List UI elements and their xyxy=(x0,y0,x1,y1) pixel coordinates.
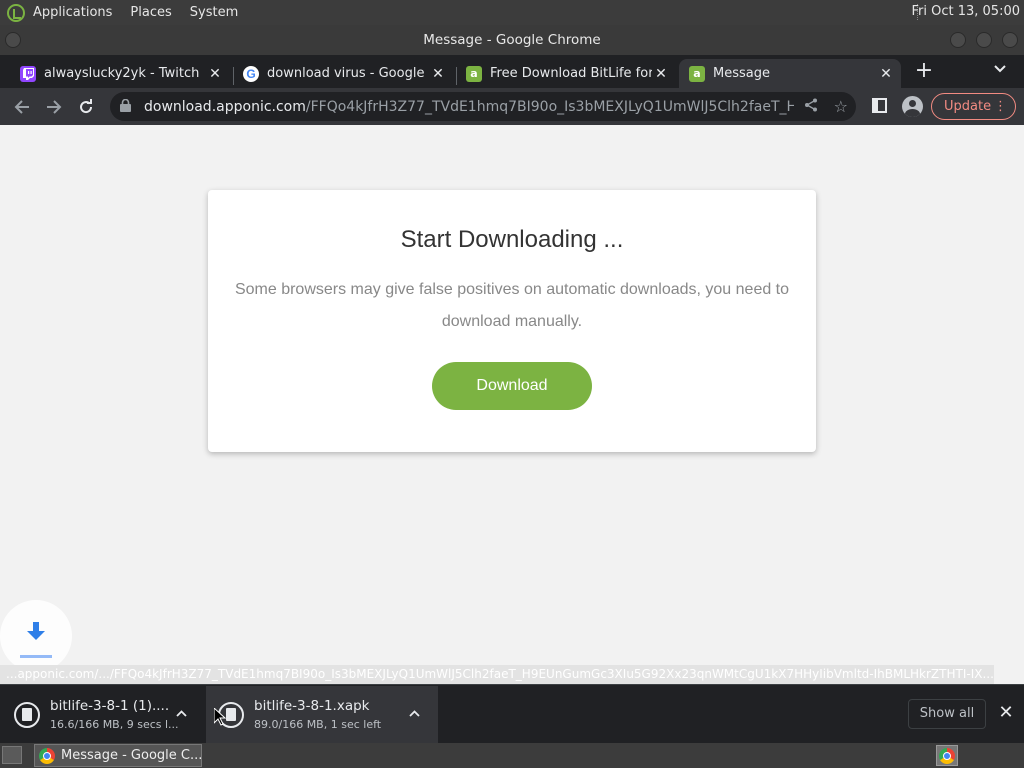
lock-icon[interactable] xyxy=(120,98,134,115)
google-icon: G xyxy=(243,65,259,82)
chevron-up-icon[interactable] xyxy=(409,706,420,721)
page-content: Start Downloading ... Some browsers may … xyxy=(0,125,1024,684)
tab-title: Free Download BitLife for A xyxy=(490,66,652,81)
update-label: Update xyxy=(944,99,992,114)
desktop-top-panel: Applications Places System Fri Oct 13, 0… xyxy=(0,0,1024,25)
back-icon[interactable] xyxy=(9,94,35,120)
tab-bitlife-download[interactable]: a Free Download BitLife for A ✕ xyxy=(456,59,676,88)
twitch-icon xyxy=(20,65,36,82)
maximize-button[interactable] xyxy=(976,32,992,48)
window-menu-button[interactable] xyxy=(5,32,21,48)
close-tab-icon[interactable]: ✕ xyxy=(877,66,895,82)
minimize-button[interactable] xyxy=(950,32,966,48)
close-tab-icon[interactable]: ✕ xyxy=(429,66,447,82)
tab-title: download virus - Google Se xyxy=(267,66,429,81)
download-filename: bitlife-3-8-1.xapk xyxy=(254,698,370,714)
download-item[interactable]: bitlife-3-8-1 (1).... 16.6/166 MB, 9 sec… xyxy=(0,686,205,743)
mouse-cursor-icon xyxy=(214,708,226,726)
download-indicator-bar xyxy=(20,655,52,658)
url-host: download.apponic.com xyxy=(144,98,306,115)
download-button[interactable]: Download xyxy=(432,362,592,410)
close-shelf-icon[interactable]: ✕ xyxy=(996,699,1016,727)
download-shelf: bitlife-3-8-1 (1).... 16.6/166 MB, 9 sec… xyxy=(0,684,1024,743)
tab-message[interactable]: a Message ✕ xyxy=(679,59,901,88)
desktop-taskbar: Message - Google C... xyxy=(0,743,1024,768)
download-status: 89.0/166 MB, 1 sec left xyxy=(254,718,382,731)
tab-twitch[interactable]: alwayslucky2yk - Twitch ✕ xyxy=(10,59,230,88)
side-panel-icon[interactable] xyxy=(872,98,887,113)
tray-chrome-icon[interactable] xyxy=(936,745,958,766)
profile-avatar-icon[interactable] xyxy=(902,96,923,117)
new-tab-icon[interactable]: + xyxy=(912,60,936,84)
chevron-up-icon[interactable] xyxy=(176,706,187,721)
menu-places[interactable]: Places xyxy=(130,5,171,20)
reload-icon[interactable] xyxy=(73,94,99,120)
download-status: 16.6/166 MB, 9 secs l... xyxy=(50,718,179,731)
tab-google-search[interactable]: G download virus - Google Se ✕ xyxy=(233,59,453,88)
download-filename: bitlife-3-8-1 (1).... xyxy=(50,698,170,714)
address-bar[interactable]: download.apponic.com/FFQo4kJfrH3Z77_TVdE… xyxy=(110,92,856,121)
mint-menu-icon[interactable] xyxy=(7,3,25,22)
taskbar-window-label: Message - Google C... xyxy=(61,748,202,763)
url-text: download.apponic.com/FFQo4kJfrH3Z77_TVdE… xyxy=(144,99,794,115)
browser-toolbar: download.apponic.com/FFQo4kJfrH3Z77_TVdE… xyxy=(0,88,1024,125)
taskbar-window-chrome[interactable]: Message - Google C... xyxy=(34,744,202,767)
tab-strip: alwayslucky2yk - Twitch ✕ G download vir… xyxy=(0,55,1024,88)
window-titlebar[interactable]: Message - Google Chrome xyxy=(0,25,1024,55)
tab-search-chevron-icon[interactable] xyxy=(990,62,1010,82)
download-item[interactable]: bitlife-3-8-1.xapk 89.0/166 MB, 1 sec le… xyxy=(206,686,438,743)
window-title: Message - Google Chrome xyxy=(423,32,601,48)
url-path: /FFQo4kJfrH3Z77_TVdE1hmq7BI90o_Is3bMEXJL… xyxy=(305,98,794,115)
show-desktop-icon[interactable] xyxy=(2,746,22,764)
status-bubble-url: ...apponic.com/.../FFQo4kJfrH3Z77_TVdE1h… xyxy=(0,665,994,684)
file-icon xyxy=(14,701,40,728)
download-arrow-icon xyxy=(27,622,45,640)
apponic-icon: a xyxy=(689,65,705,82)
download-progress-indicator[interactable] xyxy=(0,600,72,672)
bookmark-star-icon[interactable]: ☆ xyxy=(834,97,848,116)
more-menu-icon[interactable]: ⋮ xyxy=(994,94,1007,119)
close-tab-icon[interactable]: ✕ xyxy=(206,66,224,82)
menu-system[interactable]: System xyxy=(190,5,238,20)
tab-title: Message xyxy=(713,66,770,81)
page-message: Some browsers may give false positives o… xyxy=(234,281,790,330)
chrome-icon xyxy=(939,747,955,764)
chrome-icon xyxy=(39,747,55,764)
forward-icon[interactable] xyxy=(41,94,67,120)
tab-title: alwayslucky2yk - Twitch xyxy=(44,66,200,81)
menu-applications[interactable]: Applications xyxy=(33,5,112,20)
clock[interactable]: Fri Oct 13, 05:00 xyxy=(911,4,1020,19)
share-icon[interactable] xyxy=(804,98,818,116)
download-card: Start Downloading ... Some browsers may … xyxy=(208,190,816,452)
update-button[interactable]: Update ⋮ xyxy=(931,93,1016,120)
show-all-downloads-button[interactable]: Show all xyxy=(908,699,986,729)
page-heading: Start Downloading ... xyxy=(400,226,624,253)
close-tab-icon[interactable]: ✕ xyxy=(652,66,670,82)
apponic-icon: a xyxy=(466,65,482,82)
close-window-button[interactable] xyxy=(1002,32,1018,48)
